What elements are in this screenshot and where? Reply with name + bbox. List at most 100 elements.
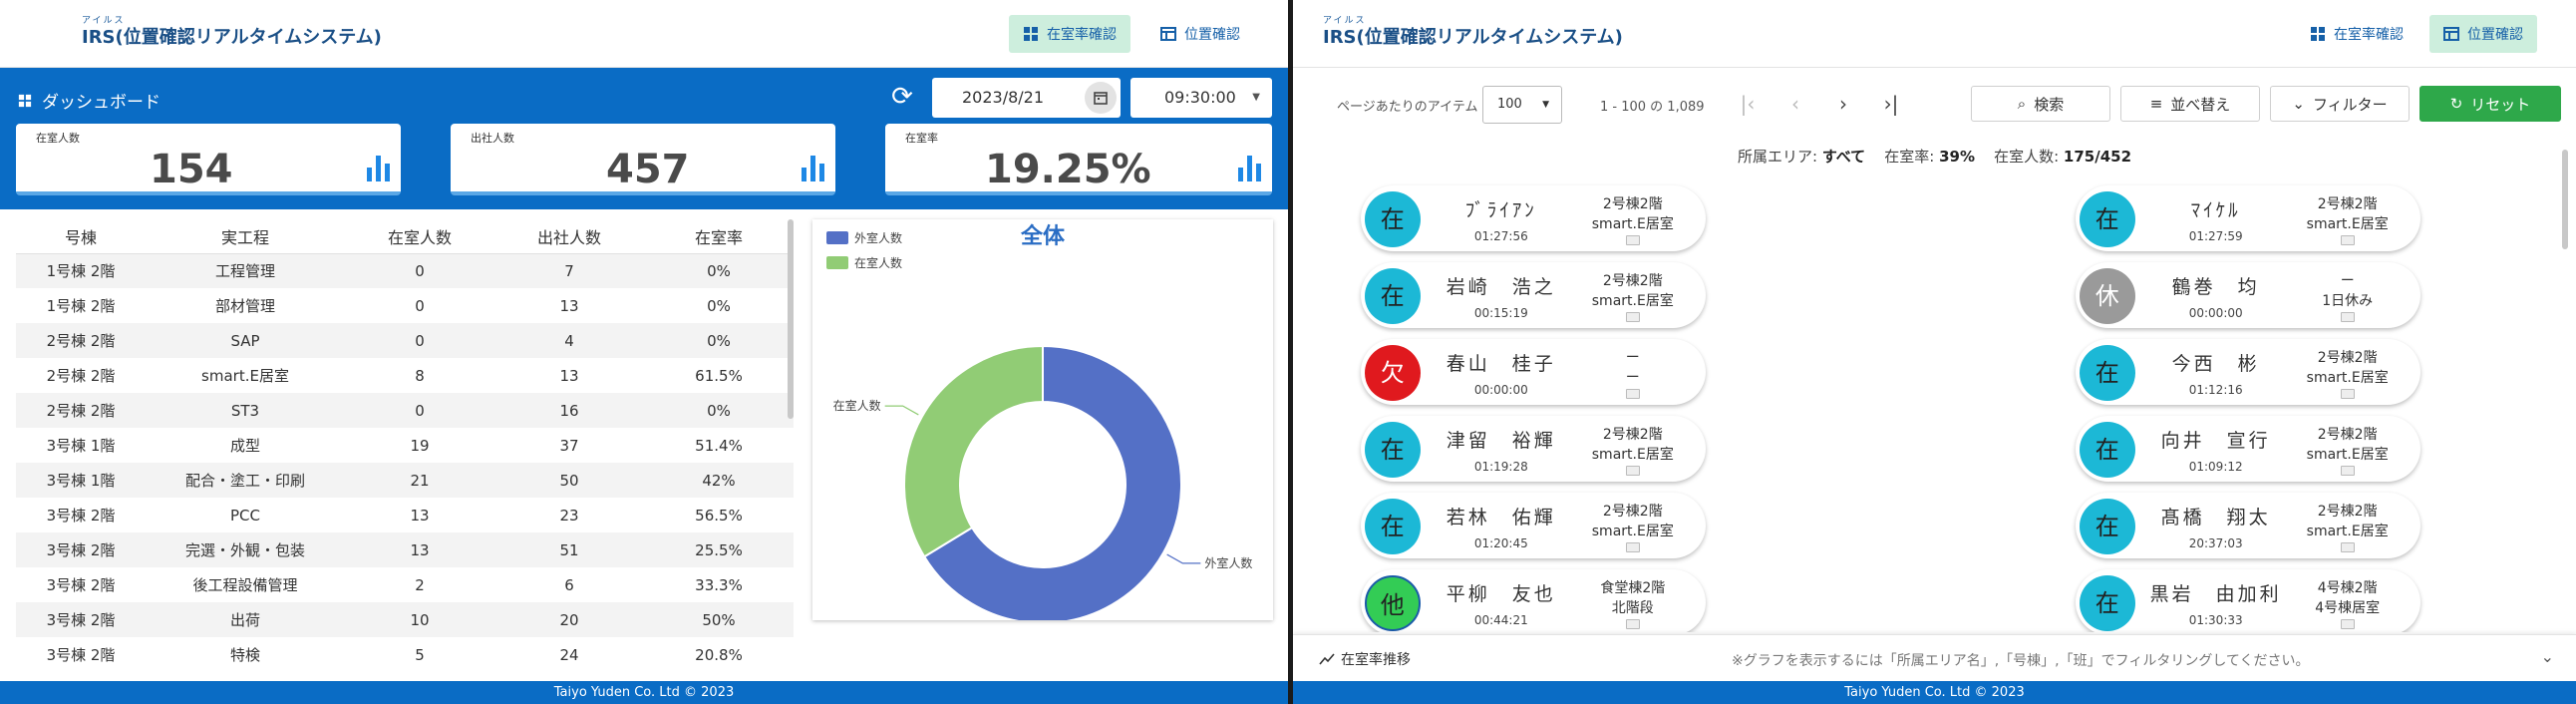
calendar-icon[interactable] xyxy=(1085,82,1117,114)
time-select[interactable]: 09:30:00 ▼ xyxy=(1130,78,1272,118)
legend-swatch[interactable] xyxy=(826,231,848,244)
next-page-icon[interactable]: › xyxy=(1831,92,1855,116)
column-header[interactable]: 在室率 xyxy=(644,219,794,254)
kpi-value: 457 xyxy=(606,147,690,192)
column-header[interactable]: 実工程 xyxy=(146,219,345,254)
memo-icon[interactable] xyxy=(2340,619,2355,629)
area-value: すべて xyxy=(1821,148,1866,166)
search-button[interactable]: ⌕ 検索 xyxy=(1971,86,2110,122)
memo-icon[interactable] xyxy=(1625,466,1640,476)
person-card[interactable]: 在 ﾌﾞﾗｲｱﾝ 01:27:56 2号棟2階 smart.E居室 xyxy=(1360,185,1706,251)
summary-line: 所属エリア: すべて 在室率: 39% 在室人数: 175/452 xyxy=(1293,146,2576,167)
scrollbar[interactable] xyxy=(788,219,794,419)
sort-button[interactable]: ≡ 並べ替え xyxy=(2120,86,2260,122)
column-header[interactable]: 出社人数 xyxy=(494,219,644,254)
column-header[interactable]: 号棟 xyxy=(16,219,146,254)
table-cell: 2号棟 2階 xyxy=(46,367,116,385)
app-brand[interactable]: アイルス IRS(位置確認リアルタイムシステム) xyxy=(1323,16,1623,50)
legend-label[interactable]: 外室人数 xyxy=(854,230,902,245)
filter-button[interactable]: ⌄ フィルター xyxy=(2270,86,2410,122)
location-room: 4号棟居室 xyxy=(2315,600,2381,616)
table-row[interactable]: 3号棟 2階 PCC 13 23 56.5% xyxy=(16,498,794,532)
table-cell: 51.4% xyxy=(695,436,743,455)
trend-panel[interactable]: 在室率推移 ※グラフを表示するには「所属エリア名」,「号棟」,「班」でフィルタリ… xyxy=(1293,634,2576,681)
table-row[interactable]: 1号棟 2階 部材管理 0 13 0% xyxy=(16,288,794,323)
items-per-page-select[interactable]: 100 ▼ xyxy=(1482,86,1562,124)
table-row[interactable]: 2号棟 2階 SAP 0 4 0% xyxy=(16,323,794,358)
slice-label-line xyxy=(1166,553,1201,564)
table-cell: 19 xyxy=(410,436,430,455)
table-cell: 3号棟 2階 xyxy=(16,602,146,637)
table-cell: 37 xyxy=(559,436,579,455)
memo-icon[interactable] xyxy=(2340,466,2355,476)
memo-icon[interactable] xyxy=(1625,619,1640,629)
table-cell: 4 xyxy=(494,323,644,358)
memo-icon[interactable] xyxy=(2340,389,2355,399)
app-title: IRS(位置確認リアルタイムシステム) xyxy=(1323,27,1623,48)
legend-label[interactable]: 在室人数 xyxy=(854,255,902,270)
chevron-down-icon[interactable]: ⌄ xyxy=(2541,647,2554,666)
app-brand[interactable]: アイルス IRS(位置確認リアルタイムシステム) xyxy=(82,16,382,50)
scrollbar[interactable] xyxy=(2562,150,2568,249)
nav-presence-button[interactable]: 在室率確認 xyxy=(2296,15,2417,53)
location-building: 2号棟2階 xyxy=(2317,350,2378,366)
table-cell: 0% xyxy=(644,253,794,288)
nav-location-button[interactable]: 位置確認 xyxy=(1146,15,1254,53)
person-name: 黒岩 由加利 xyxy=(2149,583,2282,605)
person-card[interactable]: 在 ﾏｲｹﾙ 01:27:59 2号棟2階 smart.E居室 xyxy=(2075,185,2420,251)
reset-label: リセット xyxy=(2470,95,2531,114)
table-row[interactable]: 3号棟 2階 出荷 10 20 50% xyxy=(16,602,794,637)
table-row[interactable]: 3号棟 2階 特検 5 24 20.8% xyxy=(16,637,794,670)
table-row[interactable]: 2号棟 2階 ST3 0 16 0% xyxy=(16,393,794,428)
prev-page-icon[interactable]: ‹ xyxy=(1783,92,1807,116)
person-card[interactable]: 在 向井 宣行 01:09:12 2号棟2階 smart.E居室 xyxy=(2075,416,2420,482)
person-card[interactable]: 他 平柳 友也 00:44:21 食堂棟2階 北階段 xyxy=(1360,569,1706,632)
donut-slice[interactable] xyxy=(903,344,1044,558)
refresh-icon[interactable]: ⟳ xyxy=(887,82,917,112)
nav-location-button[interactable]: 位置確認 xyxy=(2429,15,2537,53)
person-card[interactable]: 在 岩崎 浩之 00:15:19 2号棟2階 smart.E居室 xyxy=(1360,262,1706,328)
status-badge: 在 xyxy=(1364,422,1421,478)
person-card[interactable]: 在 今西 彬 01:12:16 2号棟2階 smart.E居室 xyxy=(2075,339,2420,405)
reset-button[interactable]: ↻ リセット xyxy=(2419,86,2561,122)
person-card[interactable]: 在 若林 佑輝 01:20:45 2号棟2階 smart.E居室 xyxy=(1360,493,1706,558)
location-room: ー xyxy=(1625,370,1640,386)
memo-icon[interactable] xyxy=(1625,542,1640,552)
slice-label-line xyxy=(884,405,919,416)
first-page-icon[interactable]: |‹ xyxy=(1736,92,1760,116)
location-building: 2号棟2階 xyxy=(1602,196,1663,212)
location-room: smart.E居室 xyxy=(2306,447,2389,463)
memo-icon[interactable] xyxy=(1625,312,1640,322)
memo-icon[interactable] xyxy=(1625,235,1640,245)
kpi-value: 19.25% xyxy=(985,147,1151,192)
memo-icon[interactable] xyxy=(2340,312,2355,322)
last-page-icon[interactable]: ›| xyxy=(1879,92,1903,116)
memo-icon[interactable] xyxy=(2340,235,2355,245)
count-label: 在室人数: xyxy=(1994,148,2060,166)
table-row[interactable]: 1号棟 2階 工程管理 0 7 0% xyxy=(16,253,794,288)
person-card[interactable]: 欠 春山 桂子 00:00:00 ーー xyxy=(1360,339,1706,405)
memo-icon[interactable] xyxy=(2340,542,2355,552)
table-row[interactable]: 3号棟 1階 成型 19 37 51.4% xyxy=(16,428,794,463)
location-building: ー xyxy=(2340,273,2355,289)
person-card[interactable]: 在 津留 裕輝 01:19:28 2号棟2階 smart.E居室 xyxy=(1360,416,1706,482)
person-card[interactable]: 在黒岩 由加利 01:30:33 4号棟2階 4号棟居室 xyxy=(2075,569,2420,632)
items-per-page-label: ページあたりのアイテム xyxy=(1337,100,1478,115)
person-name: 平柳 友也 xyxy=(1446,583,1556,605)
legend-swatch[interactable] xyxy=(826,256,848,269)
table-row[interactable]: 2号棟 2階 smart.E居室 8 13 61.5% xyxy=(16,358,794,393)
date-input[interactable]: 2023/8/21 xyxy=(932,78,1121,118)
elapsed-time: 20:37:03 xyxy=(2188,536,2243,550)
table-row[interactable]: 3号棟 2階 完選・外観・包装 13 51 25.5% xyxy=(16,532,794,567)
memo-icon[interactable] xyxy=(1625,389,1640,399)
location-building: ー xyxy=(1625,350,1640,366)
table-cell: 20 xyxy=(494,602,644,637)
elapsed-time: 01:19:28 xyxy=(1473,460,1528,474)
table-row[interactable]: 3号棟 2階 後工程設備管理 2 6 33.3% xyxy=(16,567,794,602)
person-card[interactable]: 休 鶴巻 均 00:00:00 ー 1日休み xyxy=(2075,262,2420,328)
table-row[interactable]: 3号棟 1階 配合・塗工・印刷 21 50 42% xyxy=(16,463,794,498)
column-header[interactable]: 在室人数 xyxy=(345,219,494,254)
bar-chart-icon xyxy=(367,156,390,181)
person-card[interactable]: 在 髙橋 翔太 20:37:03 2号棟2階 smart.E居室 xyxy=(2075,493,2420,558)
nav-presence-button[interactable]: 在室率確認 xyxy=(1009,15,1130,53)
